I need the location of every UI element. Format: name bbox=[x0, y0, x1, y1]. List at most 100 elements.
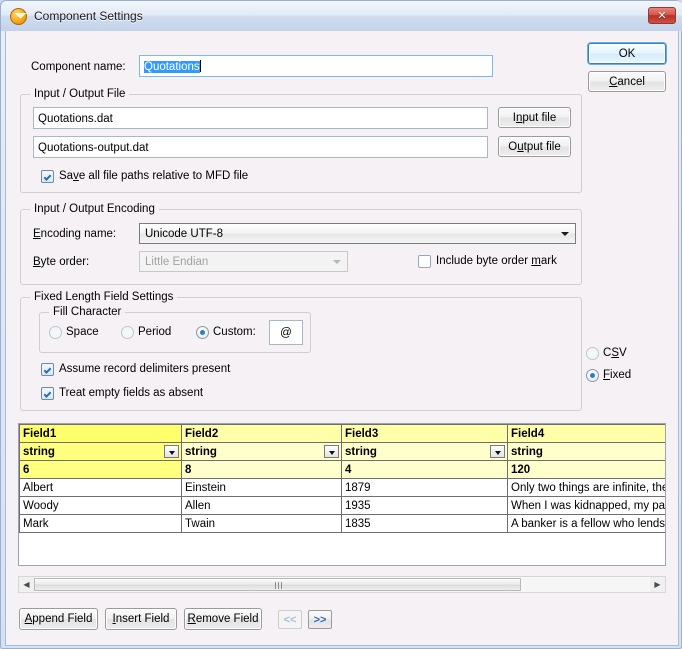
component-name-value: Quotations bbox=[144, 61, 200, 73]
append-field-button[interactable]: Append Field bbox=[19, 608, 98, 630]
grid-column-length[interactable]: 4 bbox=[342, 461, 508, 479]
grid-column-length[interactable]: 120 bbox=[508, 461, 667, 479]
treat-empty-fields-label: Treat empty fields as absent bbox=[59, 387, 203, 399]
scroll-right-arrow-icon[interactable]: ▶ bbox=[650, 577, 665, 592]
format-fixed-radio[interactable] bbox=[586, 369, 599, 382]
fixed-length-group-title: Fixed Length Field Settings bbox=[30, 291, 177, 303]
grid-cell[interactable]: Albert bbox=[20, 479, 182, 497]
encoding-name-select[interactable]: Unicode UTF-8 bbox=[139, 223, 576, 244]
grid-cell[interactable]: 1935 bbox=[342, 497, 508, 515]
chevron-down-icon[interactable] bbox=[324, 445, 339, 458]
previous-fields-label: << bbox=[284, 614, 297, 626]
fill-custom-radio[interactable] bbox=[196, 326, 209, 339]
component-settings-dialog: Component Settings ✕ Component name: Quo… bbox=[0, 0, 682, 649]
output-file-button[interactable]: Output file bbox=[498, 136, 571, 157]
table-row: Albert Einstein 1879 Only two things are… bbox=[20, 479, 667, 497]
next-fields-label: >> bbox=[314, 614, 327, 626]
fields-grid-body: Field1 Field2 Field3 Field4 string strin… bbox=[20, 425, 667, 533]
cancel-button[interactable]: Cancel bbox=[588, 71, 666, 92]
chevron-down-icon[interactable] bbox=[490, 445, 505, 458]
fill-space-radio[interactable] bbox=[49, 326, 62, 339]
input-file-button-label: Input file bbox=[513, 112, 557, 124]
grid-column-name[interactable]: Field1 bbox=[20, 425, 182, 443]
fill-period-radio[interactable] bbox=[121, 326, 134, 339]
treat-empty-fields-checkbox[interactable] bbox=[41, 387, 54, 400]
output-file-value: Quotations-output.dat bbox=[38, 142, 149, 154]
grid-column-type: string bbox=[345, 446, 377, 458]
scrollbar-thumb[interactable] bbox=[34, 578, 521, 591]
input-file-input[interactable]: Quotations.dat bbox=[33, 107, 488, 129]
grid-cell[interactable]: Woody bbox=[20, 497, 182, 515]
grid-cell[interactable]: When I was kidnapped, my parents snapped… bbox=[508, 497, 667, 515]
format-csv-radio[interactable] bbox=[586, 347, 599, 360]
grid-cell[interactable]: Mark bbox=[20, 515, 182, 533]
fill-period-label: Period bbox=[138, 326, 171, 338]
ok-button[interactable]: OK bbox=[588, 43, 666, 64]
grid-column-name[interactable]: Field3 bbox=[342, 425, 508, 443]
fill-custom-input[interactable]: @ bbox=[269, 320, 303, 345]
relative-paths-checkbox[interactable] bbox=[41, 170, 54, 183]
grid-cell[interactable]: 1879 bbox=[342, 479, 508, 497]
grid-column-type-cell[interactable]: string bbox=[508, 443, 667, 461]
component-name-label: Component name: bbox=[31, 61, 126, 73]
grid-column-type-cell[interactable]: string bbox=[342, 443, 508, 461]
byte-order-value: Little Endian bbox=[145, 256, 208, 268]
fill-character-group-title: Fill Character bbox=[49, 306, 125, 318]
grid-column-type-cell[interactable]: string bbox=[182, 443, 342, 461]
chevron-down-icon bbox=[333, 260, 341, 264]
fields-grid[interactable]: Field1 Field2 Field3 Field4 string strin… bbox=[18, 423, 666, 566]
input-output-file-group: Input / Output File Quotations.dat Input… bbox=[20, 94, 582, 193]
next-fields-button[interactable]: >> bbox=[308, 610, 332, 629]
input-file-button[interactable]: Input file bbox=[498, 107, 571, 128]
mapforce-component-icon bbox=[10, 8, 27, 25]
title-bar[interactable]: Component Settings ✕ bbox=[1, 1, 682, 31]
component-name-input[interactable]: Quotations bbox=[139, 55, 493, 77]
cancel-button-label: Cancel bbox=[609, 76, 645, 88]
close-icon[interactable]: ✕ bbox=[648, 7, 676, 24]
remove-field-button[interactable]: Remove Field bbox=[184, 608, 262, 630]
grid-cell[interactable]: 1835 bbox=[342, 515, 508, 533]
fields-grid-table: Field1 Field2 Field3 Field4 string strin… bbox=[19, 424, 666, 533]
insert-field-button[interactable]: Insert Field bbox=[105, 608, 177, 630]
assume-delimiters-checkbox[interactable] bbox=[41, 363, 54, 376]
assume-delimiters-label: Assume record delimiters present bbox=[59, 363, 230, 375]
grid-column-type: string bbox=[23, 446, 55, 458]
byte-order-select[interactable]: Little Endian bbox=[139, 251, 348, 272]
scroll-left-arrow-icon[interactable]: ◀ bbox=[19, 577, 34, 592]
grid-column-name[interactable]: Field2 bbox=[182, 425, 342, 443]
grid-column-name[interactable]: Field4 bbox=[508, 425, 667, 443]
grid-cell[interactable]: Allen bbox=[182, 497, 342, 515]
grid-cell[interactable]: Twain bbox=[182, 515, 342, 533]
chevron-down-icon[interactable] bbox=[164, 445, 179, 458]
include-bom-checkbox[interactable] bbox=[418, 255, 431, 268]
output-file-button-label: Output file bbox=[508, 141, 560, 153]
input-output-encoding-group: Input / Output Encoding Encoding name: U… bbox=[20, 209, 582, 285]
grid-column-type: string bbox=[185, 446, 217, 458]
window-title: Component Settings bbox=[34, 9, 143, 23]
grid-cell[interactable]: A banker is a fellow who lends you his u… bbox=[508, 515, 667, 533]
input-file-value: Quotations.dat bbox=[38, 113, 113, 125]
previous-fields-button[interactable]: << bbox=[278, 610, 302, 629]
encoding-name-label: Encoding name: bbox=[33, 228, 116, 240]
grid-cell[interactable]: Einstein bbox=[182, 479, 342, 497]
chevron-down-icon bbox=[561, 232, 569, 236]
grid-column-type-cell[interactable]: string bbox=[20, 443, 182, 461]
grid-length-row: 6 8 4 120 bbox=[20, 461, 667, 479]
ok-button-label: OK bbox=[619, 48, 636, 60]
grid-column-length[interactable]: 8 bbox=[182, 461, 342, 479]
remove-field-label: Remove Field bbox=[188, 613, 259, 625]
fill-character-group: Fill Character Space Period Custom: @ bbox=[39, 312, 311, 353]
append-field-label: Append Field bbox=[25, 613, 93, 625]
insert-field-label: Insert Field bbox=[113, 613, 170, 625]
dialog-client-area: Component name: Quotations OK Cancel Inp… bbox=[5, 31, 679, 646]
fill-custom-label: Custom: bbox=[213, 326, 256, 338]
encoding-group-title: Input / Output Encoding bbox=[30, 203, 159, 215]
fill-space-label: Space bbox=[66, 326, 99, 338]
include-bom-label: Include byte order mark bbox=[436, 255, 557, 267]
output-file-input[interactable]: Quotations-output.dat bbox=[33, 136, 488, 158]
scrollbar-track[interactable] bbox=[34, 577, 650, 592]
grid-column-length[interactable]: 6 bbox=[20, 461, 182, 479]
grid-cell[interactable]: Only two things are infinite, the univer… bbox=[508, 479, 667, 497]
grid-horizontal-scrollbar[interactable]: ◀ ▶ bbox=[18, 576, 666, 593]
byte-order-label: Byte order: bbox=[33, 256, 89, 268]
